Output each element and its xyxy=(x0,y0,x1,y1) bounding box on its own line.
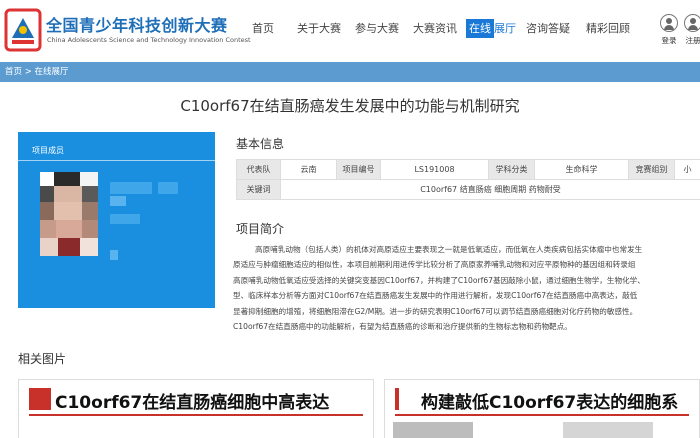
nav-online-gallery-highlight: 在线 xyxy=(466,19,494,38)
figure-image xyxy=(563,422,653,438)
keywords-key: 关键词 xyxy=(236,179,281,200)
members-label: 项目成员 xyxy=(32,146,64,155)
register-label: 注册 xyxy=(685,36,700,45)
main-nav: 首页 关于大赛 参与大赛 大赛资讯 在线 展厅 咨询答疑 精彩回顾 xyxy=(236,0,638,62)
brand-name[interactable]: 全国青少年科技创新大赛 xyxy=(46,12,228,36)
intro-line: 高原哺乳动物（包括人类）的机体对高原适应主要表现之一就是低氧适应，而低氧在人类疾… xyxy=(255,245,643,254)
group-value: 小 xyxy=(674,159,700,180)
site-header: 全国青少年科技创新大赛 China Adolescents Science an… xyxy=(0,0,700,62)
project-detail: C10orf67在结直肠癌发生发展中的功能与机制研究 项目成员 基本信息 代表队… xyxy=(0,82,700,438)
nav-online-gallery[interactable]: 在线 展厅 xyxy=(464,0,518,62)
intro-line: C10orf67在结直肠癌中的功能解析，有望为结直肠癌的诊断和治疗提供新的生物标… xyxy=(233,322,572,332)
nav-online-gallery-rest: 展厅 xyxy=(494,22,516,35)
related-pictures-heading: 相关图片 xyxy=(18,352,67,366)
related-picture[interactable]: 构建敲低C10orf67表达的细胞系 xyxy=(384,379,700,438)
picture-caption: C10orf67在结直肠癌细胞中高表达 xyxy=(55,393,330,413)
user-icon xyxy=(660,14,678,32)
nav-home[interactable]: 首页 xyxy=(236,0,290,62)
page-title: C10orf67在结直肠癌发生发展中的功能与机制研究 xyxy=(180,97,520,115)
nav-participate[interactable]: 参与大赛 xyxy=(348,0,406,62)
brand-name-en: China Adolescents Science and Technology… xyxy=(47,36,251,44)
picture-caption: 构建敲低C10orf67表达的细胞系 xyxy=(421,393,679,413)
project-number-key: 项目编号 xyxy=(336,159,381,180)
project-number-value: LS191008 xyxy=(380,159,489,180)
caption-accent xyxy=(29,388,51,410)
register-button[interactable]: 注册 xyxy=(682,14,700,46)
login-label: 登录 xyxy=(661,36,677,45)
nav-news[interactable]: 大赛资讯 xyxy=(406,0,464,62)
nav-review[interactable]: 精彩回顾 xyxy=(578,0,638,62)
login-button[interactable]: 登录 xyxy=(658,14,680,46)
caption-rule xyxy=(395,414,689,416)
related-picture[interactable]: C10orf67在结直肠癌细胞中高表达 xyxy=(18,379,374,438)
intro-line: 显著抑制细胞的增殖，将细胞阻滞在G2/M期。进一步的研究表明C10orf67可以… xyxy=(233,306,638,316)
delegation-value: 云南 xyxy=(280,159,337,180)
members-panel: 项目成员 xyxy=(18,132,215,308)
intro-line: 型、临床样本分析等方面对C10orf67在结直肠癌发生发展中的作用进行解析，发现… xyxy=(233,291,638,301)
intro-heading: 项目简介 xyxy=(236,222,285,236)
keywords-value: C10orf67 结直肠癌 细胞周期 药物耐受 xyxy=(280,179,700,200)
nav-qa[interactable]: 咨询答疑 xyxy=(518,0,578,62)
member-photo[interactable] xyxy=(40,172,98,256)
caption-rule xyxy=(29,414,363,416)
nav-about[interactable]: 关于大赛 xyxy=(290,0,348,62)
members-divider xyxy=(18,160,215,161)
user-add-icon xyxy=(684,14,700,32)
group-key: 竞赛组别 xyxy=(628,159,675,180)
contest-logo-icon[interactable] xyxy=(4,8,42,52)
project-intro: 高原哺乳动物（包括人类）的机体对高原适应主要表现之一就是低氧适应，而低氧在人类疾… xyxy=(233,242,700,334)
subject-value: 生命科学 xyxy=(534,159,629,180)
intro-line: 高原哺乳动物低氧适应受选择的关键突变基因C10orf67，并构建了C10orf6… xyxy=(233,275,645,285)
subject-key: 学科分类 xyxy=(488,159,535,180)
delegation-key: 代表队 xyxy=(236,159,281,180)
intro-line: 原适应与肿瘤细胞适应的相似性，本项目前期利用进传学比较分析了高原家养哺乳动物和对… xyxy=(233,260,636,270)
basic-info-table: 代表队 云南 项目编号 LS191008 学科分类 生命科学 竞赛组别 小 关键… xyxy=(236,159,700,200)
figure-image xyxy=(393,422,473,438)
breadcrumb[interactable]: 首页 > 在线展厅 xyxy=(0,62,700,82)
caption-accent xyxy=(395,388,399,410)
basic-info-heading: 基本信息 xyxy=(236,137,285,151)
